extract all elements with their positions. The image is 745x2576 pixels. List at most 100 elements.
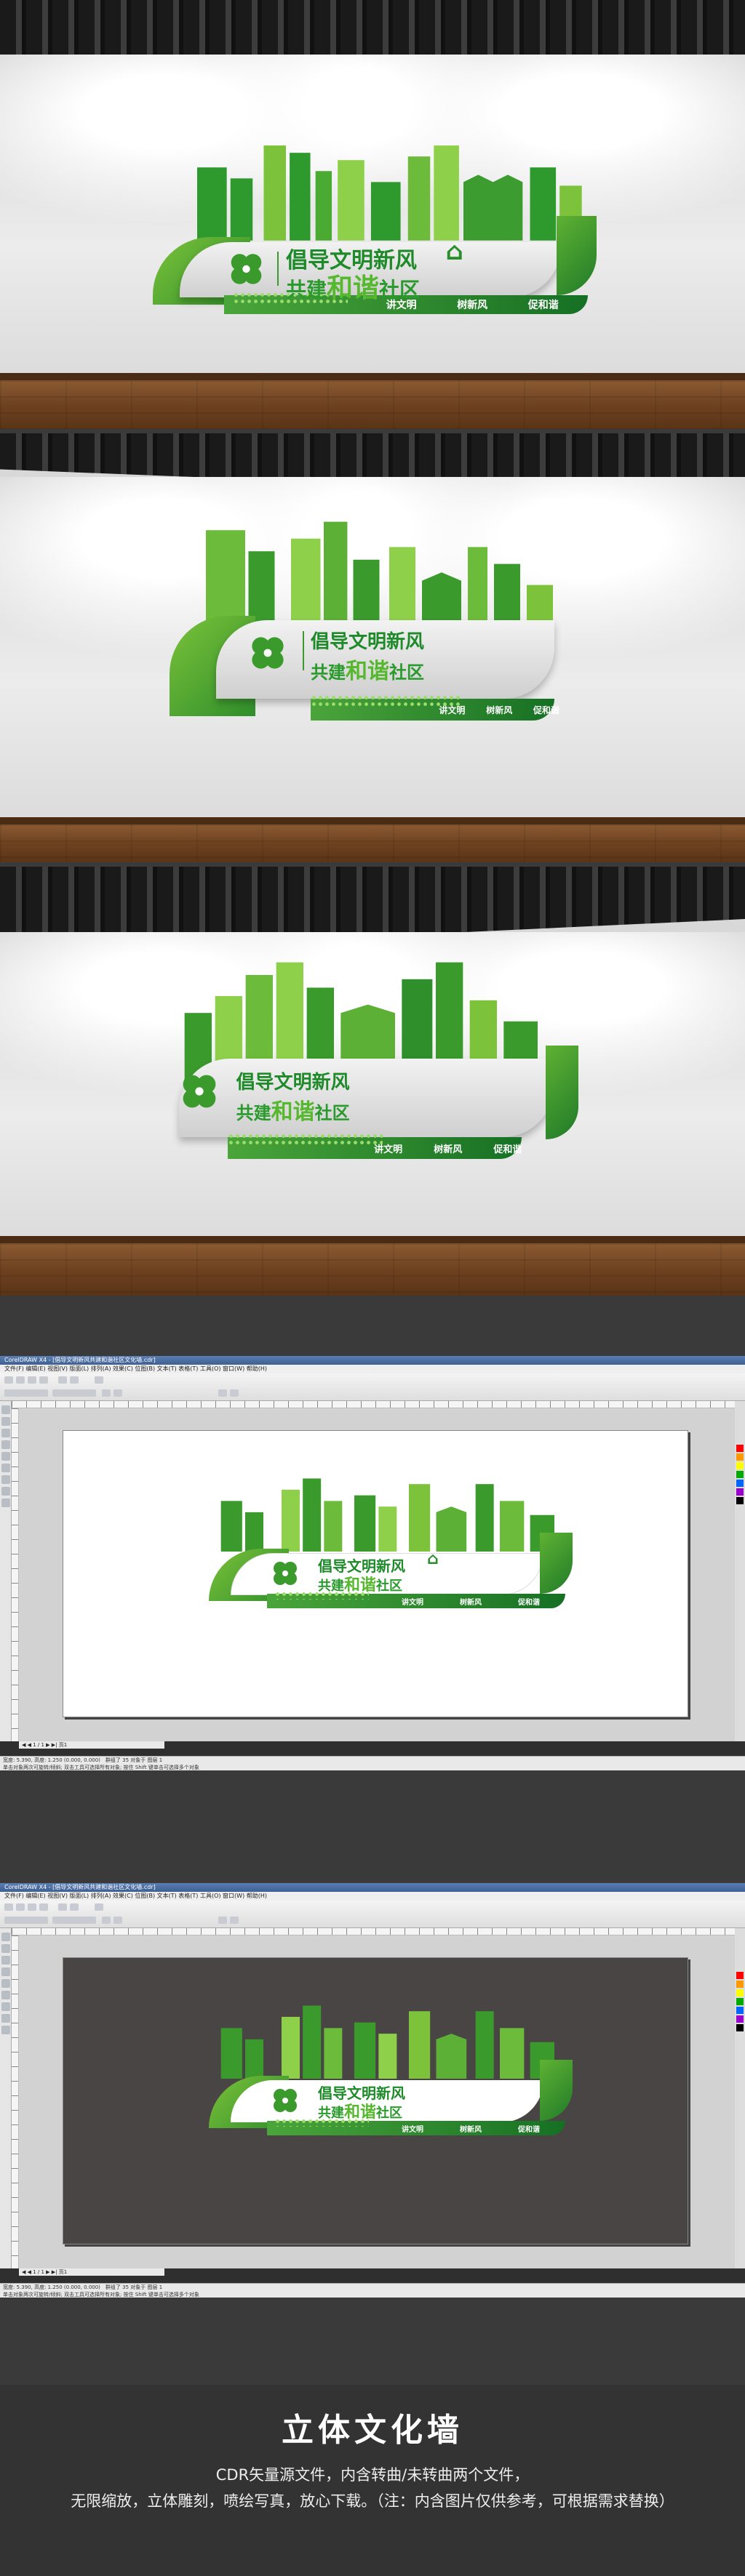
undo-icon[interactable] bbox=[58, 1903, 67, 1911]
pick-tool-icon[interactable] bbox=[1, 1405, 10, 1414]
fill-tool-icon[interactable] bbox=[1, 2026, 10, 2034]
zoom-tool-icon[interactable] bbox=[1, 1440, 10, 1449]
status-hint: 单击对象两次可旋转/倾斜; 双击工具可选择所有对象; 按住 Shift 键单击可… bbox=[3, 2292, 199, 2298]
coreldraw-window-1: CorelDRAW X4 - [倡导文明新风共建和谐社区文化墙.cdr] 文件(… bbox=[0, 1356, 745, 1770]
standard-toolbar[interactable] bbox=[0, 1373, 745, 1401]
sign-title-line2-b: 社区 bbox=[376, 1578, 403, 1594]
rotation-icon[interactable] bbox=[102, 1917, 111, 1924]
swatch[interactable] bbox=[736, 1998, 744, 2005]
city-skyline bbox=[220, 1478, 554, 1552]
swatch[interactable] bbox=[736, 1462, 744, 1469]
print-icon[interactable] bbox=[39, 1903, 48, 1911]
swatch[interactable] bbox=[736, 1453, 744, 1461]
sign-title-line2: 共建和谐社区 bbox=[236, 1094, 350, 1126]
new-file-icon[interactable] bbox=[4, 1903, 13, 1911]
swatch[interactable] bbox=[736, 1445, 744, 1452]
crop-tool-icon[interactable] bbox=[1, 1429, 10, 1437]
undo-icon[interactable] bbox=[58, 1376, 67, 1384]
menu-bar[interactable]: 文件(F) 编辑(E) 视图(V) 版面(L) 排列(A) 效果(C) 位图(B… bbox=[0, 1365, 745, 1373]
property-field-icon[interactable] bbox=[4, 1389, 48, 1397]
page-tabs[interactable]: ◀ ◀ 1 / 1 ▶ ▶| 页1 bbox=[19, 1741, 164, 1749]
mirror-icon[interactable] bbox=[113, 1917, 122, 1924]
rectangle-tool-icon[interactable] bbox=[1, 1464, 10, 1472]
mirror-icon[interactable] bbox=[113, 1389, 122, 1397]
open-file-icon[interactable] bbox=[16, 1903, 25, 1911]
coreldraw-window-2: CorelDRAW X4 - [倡导文明新风共建和谐社区文化墙.cdr] 文件(… bbox=[0, 1883, 745, 2298]
swatch[interactable] bbox=[736, 1989, 744, 1997]
color-palette[interactable] bbox=[735, 1401, 745, 1741]
redo-icon[interactable] bbox=[70, 1376, 79, 1384]
swatch[interactable] bbox=[736, 1480, 744, 1487]
ellipse-tool-icon[interactable] bbox=[1, 1475, 10, 1484]
standard-toolbar[interactable] bbox=[0, 1901, 745, 1928]
rectangle-tool-icon[interactable] bbox=[1, 1991, 10, 1999]
property-field-icon[interactable] bbox=[52, 1917, 96, 1924]
clover-logo-icon bbox=[251, 637, 284, 669]
page-white[interactable]: 倡导文明新风 共建和谐社区 ⌂ 讲文明 树新风 促和谐 bbox=[63, 1430, 688, 1717]
new-file-icon[interactable] bbox=[4, 1376, 13, 1384]
wood-floor bbox=[0, 380, 745, 429]
slogan-2: 树新风 bbox=[457, 300, 488, 312]
print-icon[interactable] bbox=[39, 1376, 48, 1384]
property-field-icon[interactable] bbox=[52, 1389, 96, 1397]
rotation-icon[interactable] bbox=[102, 1389, 111, 1397]
page-dark[interactable]: 倡导文明新风 共建和谐社区 讲文明 树新风 促和谐 bbox=[63, 1957, 688, 2244]
showroom-panel-2: 倡导文明新风 共建和谐社区 讲文明 树新风 促和谐 bbox=[0, 433, 745, 862]
wood-floor bbox=[0, 1243, 745, 1296]
save-icon[interactable] bbox=[28, 1376, 36, 1384]
green-arc-right bbox=[540, 2060, 573, 2121]
page-tabs[interactable]: ◀ ◀ 1 / 1 ▶ ▶| 页1 bbox=[19, 2268, 164, 2276]
open-file-icon[interactable] bbox=[16, 1376, 25, 1384]
culture-wall-sign: 倡导文明新风 共建和谐社区 ⌂ 讲文明 树新风 促和谐 bbox=[153, 131, 597, 320]
redo-icon[interactable] bbox=[70, 1903, 79, 1911]
sign-title-line2-a: 共建 bbox=[236, 1103, 271, 1123]
ungroup-icon[interactable] bbox=[230, 1917, 239, 1924]
green-arc-right bbox=[540, 1533, 573, 1594]
menu-bar[interactable]: 文件(F) 编辑(E) 视图(V) 版面(L) 排列(A) 效果(C) 位图(B… bbox=[0, 1892, 745, 1901]
baseboard bbox=[0, 373, 745, 380]
group-icon[interactable] bbox=[218, 1917, 227, 1924]
swatch[interactable] bbox=[736, 2015, 744, 2023]
crop-tool-icon[interactable] bbox=[1, 1956, 10, 1965]
drawing-canvas[interactable]: 倡导文明新风 共建和谐社区 讲文明 树新风 促和谐 bbox=[19, 1935, 735, 2268]
swatch[interactable] bbox=[736, 2024, 744, 2031]
swatch[interactable] bbox=[736, 1497, 744, 1504]
zoom-icon[interactable] bbox=[95, 1903, 103, 1911]
ungroup-icon[interactable] bbox=[230, 1389, 239, 1397]
save-icon[interactable] bbox=[28, 1903, 36, 1911]
swatch[interactable] bbox=[736, 1471, 744, 1478]
toolbox[interactable] bbox=[0, 1928, 12, 2268]
house-icon: ⌂ bbox=[427, 1550, 439, 1568]
freehand-tool-icon[interactable] bbox=[1, 1979, 10, 1988]
swatch[interactable] bbox=[736, 1972, 744, 1979]
swatch[interactable] bbox=[736, 1981, 744, 1988]
zoom-tool-icon[interactable] bbox=[1, 1967, 10, 1976]
text-tool-icon[interactable] bbox=[1, 1487, 10, 1496]
sign-slab bbox=[179, 1059, 554, 1137]
culture-wall-sign: 倡导文明新风 共建和谐社区 讲文明 树新风 促和谐 bbox=[171, 954, 578, 1172]
wood-floor bbox=[0, 824, 745, 862]
slogan-3: 促和谐 bbox=[527, 300, 559, 312]
sign-title-line2-big: 和谐 bbox=[271, 1099, 315, 1125]
text-tool-icon[interactable] bbox=[1, 2014, 10, 2023]
sign-board: 倡导文明新风 共建和谐社区 讲文明 树新风 促和谐 bbox=[169, 616, 586, 731]
color-palette[interactable] bbox=[735, 1928, 745, 2268]
shape-tool-icon[interactable] bbox=[1, 1417, 10, 1426]
pick-tool-icon[interactable] bbox=[1, 1933, 10, 1941]
swatch[interactable] bbox=[736, 1488, 744, 1496]
clover-logo-icon bbox=[183, 1075, 216, 1108]
drawing-canvas[interactable]: 倡导文明新风 共建和谐社区 ⌂ 讲文明 树新风 促和谐 bbox=[19, 1408, 735, 1741]
zoom-icon[interactable] bbox=[95, 1376, 103, 1384]
sign-title-line1: 倡导文明新风 bbox=[236, 1072, 350, 1094]
freehand-tool-icon[interactable] bbox=[1, 1452, 10, 1461]
group-icon[interactable] bbox=[218, 1389, 227, 1397]
ellipse-tool-icon[interactable] bbox=[1, 2002, 10, 2011]
fill-tool-icon[interactable] bbox=[1, 1498, 10, 1507]
toolbox[interactable] bbox=[0, 1401, 12, 1741]
shape-tool-icon[interactable] bbox=[1, 1944, 10, 1953]
slogan-3: 促和谐 bbox=[533, 705, 559, 715]
swatch[interactable] bbox=[736, 2007, 744, 2014]
slogan-1: 讲文明 bbox=[374, 1144, 403, 1155]
property-field-icon[interactable] bbox=[4, 1917, 48, 1924]
culture-wall-sign: 倡导文明新风 共建和谐社区 ⌂ 讲文明 树新风 促和谐 bbox=[209, 1467, 573, 1613]
